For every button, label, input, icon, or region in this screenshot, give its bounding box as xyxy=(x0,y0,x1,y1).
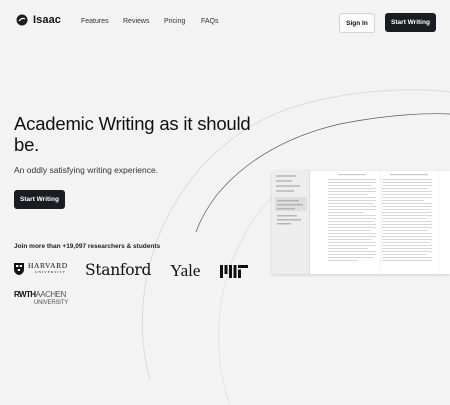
app-preview-document xyxy=(310,171,450,274)
nav-link-faqs[interactable]: FAQs xyxy=(201,18,219,25)
nav-link-features[interactable]: Features xyxy=(81,18,109,25)
brand-name: Isaac xyxy=(33,14,62,26)
sign-in-button[interactable]: Sign In xyxy=(339,13,375,33)
nav-link-reviews[interactable]: Reviews xyxy=(123,18,149,25)
rwth-name: RWTH xyxy=(14,290,36,299)
stanford-logo: Stanford xyxy=(85,261,152,279)
harvard-shield-icon xyxy=(14,263,24,275)
rwth-university: UNIVERSITY xyxy=(34,300,69,306)
isaac-logo-icon xyxy=(16,14,28,26)
brand-logo[interactable]: Isaac xyxy=(16,14,61,26)
nav-link-pricing[interactable]: Pricing xyxy=(164,18,185,25)
rwth-aachen: AACHEN xyxy=(35,290,66,299)
harvard-subtitle: UNIVERSITY xyxy=(35,270,66,274)
social-proof-text: Join more than +19,097 researchers & stu… xyxy=(14,243,161,250)
top-navigation: Isaac Features Reviews Pricing FAQs Sign… xyxy=(0,0,450,44)
app-preview-screenshot xyxy=(272,171,450,274)
hero-headline: Academic Writing as it should be. xyxy=(14,113,251,155)
rwth-aachen-logo: RWTHAACHEN UNIVERSITY xyxy=(14,291,68,307)
yale-logo: Yale xyxy=(170,261,201,280)
harvard-logo: HARVARD UNIVERSITY xyxy=(14,262,68,275)
app-preview-sidebar xyxy=(272,171,310,274)
nav-start-writing-button[interactable]: Start Writing xyxy=(385,13,436,32)
hero-start-writing-button[interactable]: Start Writing xyxy=(14,190,65,209)
mit-logo-icon xyxy=(220,265,248,278)
hero-subheading: An oddly satisfying writing experience. xyxy=(14,165,159,175)
